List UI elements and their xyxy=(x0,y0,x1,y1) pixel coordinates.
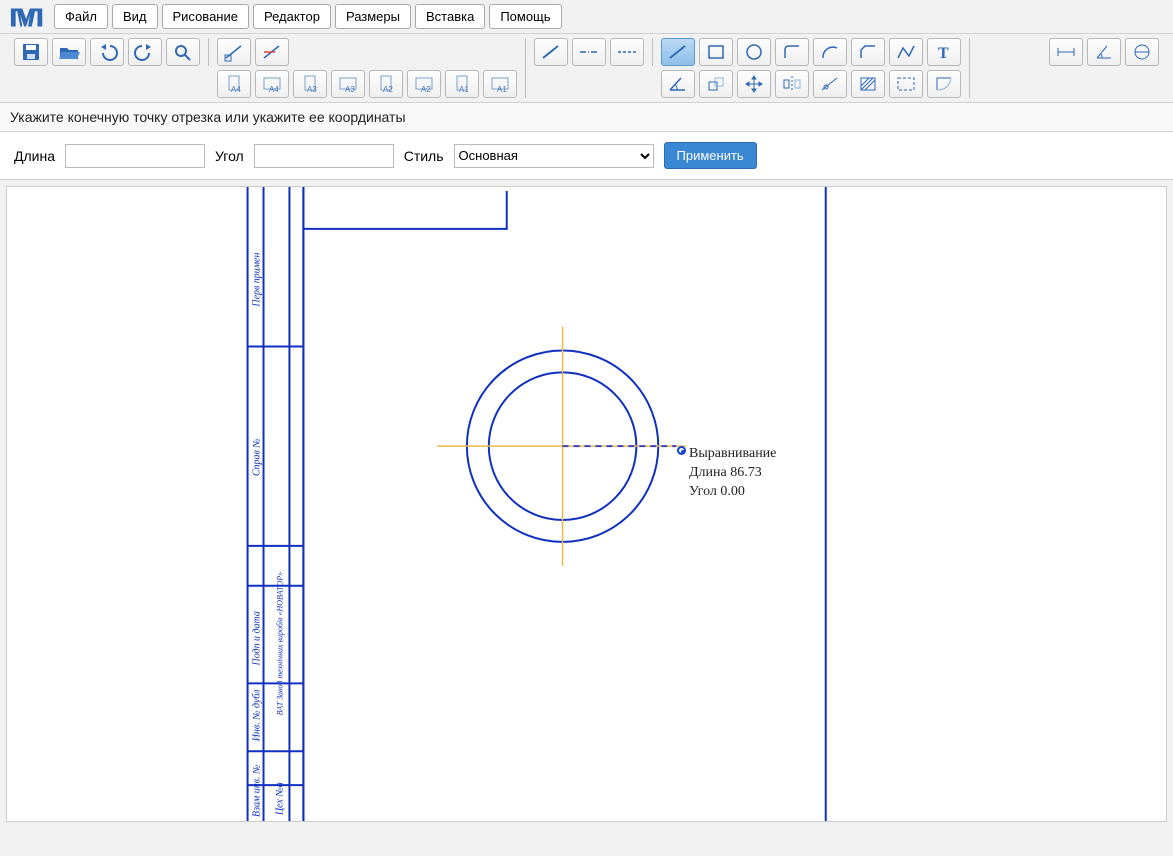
trim-button[interactable] xyxy=(217,38,251,66)
svg-text:A3: A3 xyxy=(307,85,317,94)
page-a3-portrait[interactable]: A3 xyxy=(293,70,327,98)
angle-input[interactable] xyxy=(254,144,394,168)
menu-view[interactable]: Вид xyxy=(112,4,158,29)
tool-group-dim xyxy=(1041,38,1167,66)
svg-text:A1: A1 xyxy=(459,85,469,94)
svg-text:A1: A1 xyxy=(497,85,507,94)
param-bar: Длина Угол Стиль Основная Применить xyxy=(0,132,1173,180)
svg-text:Взам инв. №: Взам инв. № xyxy=(252,765,263,817)
chamfer-tool[interactable] xyxy=(851,38,885,66)
svg-text:ВАТ Завод технічних виробів «Н: ВАТ Завод технічних виробів «НОВАТОР» xyxy=(275,572,284,716)
tool-group-edit: A4 A4 A3 A3 A2 A2 A1 A1 xyxy=(209,38,526,98)
zoom-button[interactable] xyxy=(166,38,200,66)
arc-tool[interactable] xyxy=(813,38,847,66)
undo-button[interactable] xyxy=(90,38,124,66)
tool-group-file xyxy=(6,38,209,66)
length-input[interactable] xyxy=(65,144,205,168)
page-a2-landscape[interactable]: A2 xyxy=(407,70,441,98)
length-label: Длина xyxy=(14,148,55,164)
style-label: Стиль xyxy=(404,148,444,164)
page-a4-landscape[interactable]: A4 xyxy=(255,70,289,98)
angle-tool[interactable] xyxy=(661,70,695,98)
svg-text:A4: A4 xyxy=(231,85,241,94)
snap-marker xyxy=(677,446,686,455)
offset-tool[interactable] xyxy=(699,70,733,98)
app-logo xyxy=(6,5,50,29)
page-a1-portrait[interactable]: A1 xyxy=(445,70,479,98)
corner-tool[interactable] xyxy=(927,70,961,98)
fillet-tool[interactable] xyxy=(775,38,809,66)
svg-text:T: T xyxy=(938,45,949,62)
menu-insert[interactable]: Вставка xyxy=(415,4,485,29)
tangent-tool[interactable] xyxy=(813,70,847,98)
svg-text:Подп и дата: Подп и дата xyxy=(252,611,263,666)
tooltip-snap: Выравнивание xyxy=(689,445,776,464)
tool-group-draw: T xyxy=(653,38,970,98)
hatch-tool[interactable] xyxy=(851,70,885,98)
extend-button[interactable] xyxy=(255,38,289,66)
break-tool[interactable] xyxy=(889,70,923,98)
menu-drawing[interactable]: Рисование xyxy=(162,4,249,29)
line-tool[interactable] xyxy=(661,38,695,66)
tooltip-length: Длина 86.73 xyxy=(689,464,776,483)
linestyle-dashdot[interactable] xyxy=(572,38,606,66)
svg-text:Инв. № дубл: Инв. № дубл xyxy=(252,690,263,743)
svg-text:Перв примен: Перв примен xyxy=(252,253,263,308)
menubar: Файл Вид Рисование Редактор Размеры Вста… xyxy=(0,0,1173,34)
tool-group-linestyle xyxy=(526,38,653,66)
dim-angle[interactable] xyxy=(1087,38,1121,66)
rect-tool[interactable] xyxy=(699,38,733,66)
linestyle-dashed[interactable] xyxy=(610,38,644,66)
menu-file[interactable]: Файл xyxy=(54,4,108,29)
polyline-tool[interactable] xyxy=(889,38,923,66)
svg-text:A4: A4 xyxy=(269,85,279,94)
menu-editor[interactable]: Редактор xyxy=(253,4,331,29)
angle-label: Угол xyxy=(215,148,244,164)
page-a1-landscape[interactable]: A1 xyxy=(483,70,517,98)
menu-dimensions[interactable]: Размеры xyxy=(335,4,411,29)
page-a4-portrait[interactable]: A4 xyxy=(217,70,251,98)
linestyle-solid[interactable] xyxy=(534,38,568,66)
open-button[interactable] xyxy=(52,38,86,66)
toolbar: A4 A4 A3 A3 A2 A2 A1 A1 T xyxy=(0,34,1173,102)
canvas-area[interactable]: Перв примен Справ № Подп и дата Инв. № д… xyxy=(6,186,1167,822)
svg-text:A3: A3 xyxy=(345,85,355,94)
svg-text:Справ №: Справ № xyxy=(252,438,263,476)
style-select[interactable]: Основная xyxy=(454,144,654,168)
page-a3-landscape[interactable]: A3 xyxy=(331,70,365,98)
menu-help[interactable]: Помощь xyxy=(489,4,561,29)
circle-tool[interactable] xyxy=(737,38,771,66)
mirror-tool[interactable] xyxy=(775,70,809,98)
cursor-tooltip: Выравнивание Длина 86.73 Угол 0.00 xyxy=(689,445,776,502)
redo-button[interactable] xyxy=(128,38,162,66)
svg-text:Цех №а: Цех №а xyxy=(274,782,285,816)
dim-circle[interactable] xyxy=(1125,38,1159,66)
text-tool[interactable]: T xyxy=(927,38,961,66)
status-line: Укажите конечную точку отрезка или укажи… xyxy=(0,102,1173,132)
save-button[interactable] xyxy=(14,38,48,66)
svg-text:A2: A2 xyxy=(383,85,393,94)
tooltip-angle: Угол 0.00 xyxy=(689,483,776,502)
dim-horizontal[interactable] xyxy=(1049,38,1083,66)
move-tool[interactable] xyxy=(737,70,771,98)
apply-button[interactable]: Применить xyxy=(664,142,757,169)
page-a2-portrait[interactable]: A2 xyxy=(369,70,403,98)
svg-text:A2: A2 xyxy=(421,85,431,94)
